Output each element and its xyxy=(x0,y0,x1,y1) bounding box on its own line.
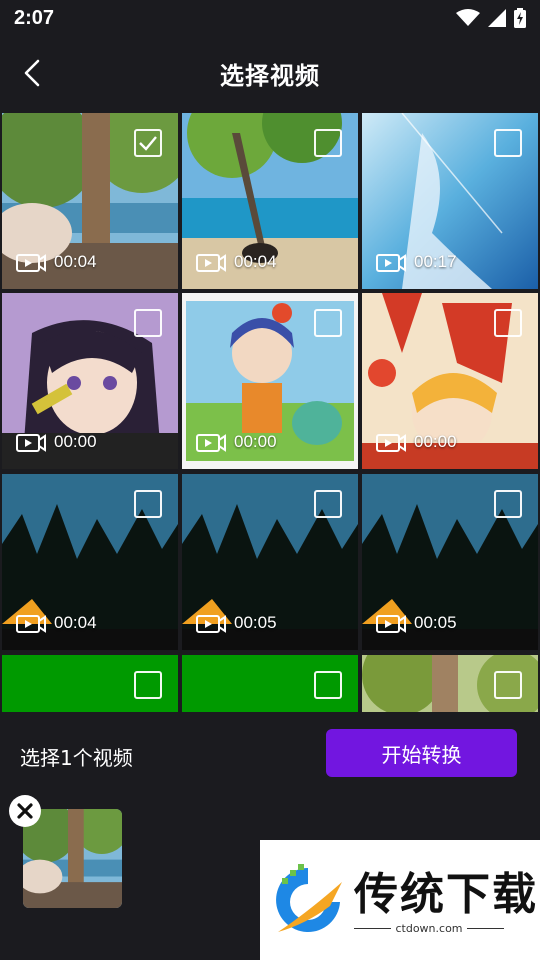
video-camera-icon xyxy=(376,254,406,272)
video-camera-icon xyxy=(196,615,226,633)
selection-checkbox[interactable] xyxy=(494,129,522,157)
selection-checkbox[interactable] xyxy=(314,129,342,157)
video-tile[interactable] xyxy=(362,655,538,712)
video-duration: 00:05 xyxy=(234,613,277,632)
video-tile[interactable]: 00:05 xyxy=(362,474,538,650)
status-bar: 2:07 xyxy=(0,0,540,36)
duration-row: 00:04 xyxy=(16,612,97,634)
video-duration: 00:04 xyxy=(54,613,97,632)
watermark: 传统下载 ctdown.com xyxy=(260,840,540,960)
video-tile[interactable]: 00:17 xyxy=(362,113,538,289)
video-duration: 00:05 xyxy=(414,613,457,632)
cellular-signal-icon xyxy=(488,9,506,27)
selected-video-image xyxy=(23,809,122,908)
close-icon xyxy=(17,803,33,819)
video-camera-icon xyxy=(376,615,406,633)
status-time: 2:07 xyxy=(14,6,55,29)
selection-checkbox[interactable] xyxy=(134,309,162,337)
selection-checkbox[interactable] xyxy=(134,129,162,157)
video-duration: 00:00 xyxy=(234,432,277,451)
duration-row: 00:00 xyxy=(196,431,277,453)
video-tile[interactable] xyxy=(2,655,178,712)
video-grid: 00:04 00:04 00:17 00:00 00:00 00:00 00:0… xyxy=(0,112,540,712)
watermark-brand: 传统下载 xyxy=(354,869,538,920)
selection-checkbox[interactable] xyxy=(494,490,522,518)
remove-selected-button[interactable] xyxy=(9,795,41,827)
watermark-url-text: ctdown.com xyxy=(391,922,467,935)
video-duration: 00:00 xyxy=(54,432,97,451)
video-camera-icon xyxy=(196,254,226,272)
selection-checkbox[interactable] xyxy=(494,671,522,699)
video-camera-icon xyxy=(16,434,46,452)
duration-row: 00:05 xyxy=(196,612,277,634)
selection-checkbox[interactable] xyxy=(314,671,342,699)
selection-checkbox[interactable] xyxy=(134,490,162,518)
video-tile[interactable]: 00:04 xyxy=(182,113,358,289)
selection-checkbox[interactable] xyxy=(314,490,342,518)
duration-row: 00:17 xyxy=(376,251,457,273)
wifi-icon xyxy=(456,9,480,26)
video-tile[interactable]: 00:00 xyxy=(182,293,358,469)
video-camera-icon xyxy=(196,434,226,452)
watermark-url: ctdown.com xyxy=(354,922,504,935)
selection-checkbox[interactable] xyxy=(134,671,162,699)
start-convert-button[interactable]: 开始转换 xyxy=(326,729,517,777)
status-icons xyxy=(456,8,526,28)
duration-row: 00:05 xyxy=(376,612,457,634)
check-icon xyxy=(139,136,157,151)
selection-checkbox[interactable] xyxy=(314,309,342,337)
video-tile[interactable] xyxy=(182,655,358,712)
video-tile[interactable]: 00:04 xyxy=(2,474,178,650)
video-duration: 00:00 xyxy=(414,432,457,451)
brand-logo-icon xyxy=(276,864,342,932)
video-tile[interactable]: 00:04 xyxy=(2,113,178,289)
video-camera-icon xyxy=(16,615,46,633)
video-tile[interactable]: 00:00 xyxy=(2,293,178,469)
back-button[interactable] xyxy=(12,52,52,94)
duration-row: 00:00 xyxy=(376,431,457,453)
duration-row: 00:00 xyxy=(16,431,97,453)
selection-checkbox[interactable] xyxy=(494,309,522,337)
video-tile[interactable]: 00:00 xyxy=(362,293,538,469)
video-duration: 00:04 xyxy=(54,252,97,271)
selected-video-thumbnail[interactable] xyxy=(23,809,122,908)
duration-row: 00:04 xyxy=(16,251,97,273)
selected-count-label: 选择1个视频 xyxy=(20,746,133,770)
video-tile[interactable]: 00:05 xyxy=(182,474,358,650)
page-title: 选择视频 xyxy=(220,61,320,90)
video-duration: 00:17 xyxy=(414,252,457,271)
header: 选择视频 xyxy=(0,44,540,102)
chevron-left-icon xyxy=(24,59,40,87)
duration-row: 00:04 xyxy=(196,251,277,273)
battery-charging-icon xyxy=(514,8,526,28)
video-camera-icon xyxy=(376,434,406,452)
video-duration: 00:04 xyxy=(234,252,277,271)
video-camera-icon xyxy=(16,254,46,272)
